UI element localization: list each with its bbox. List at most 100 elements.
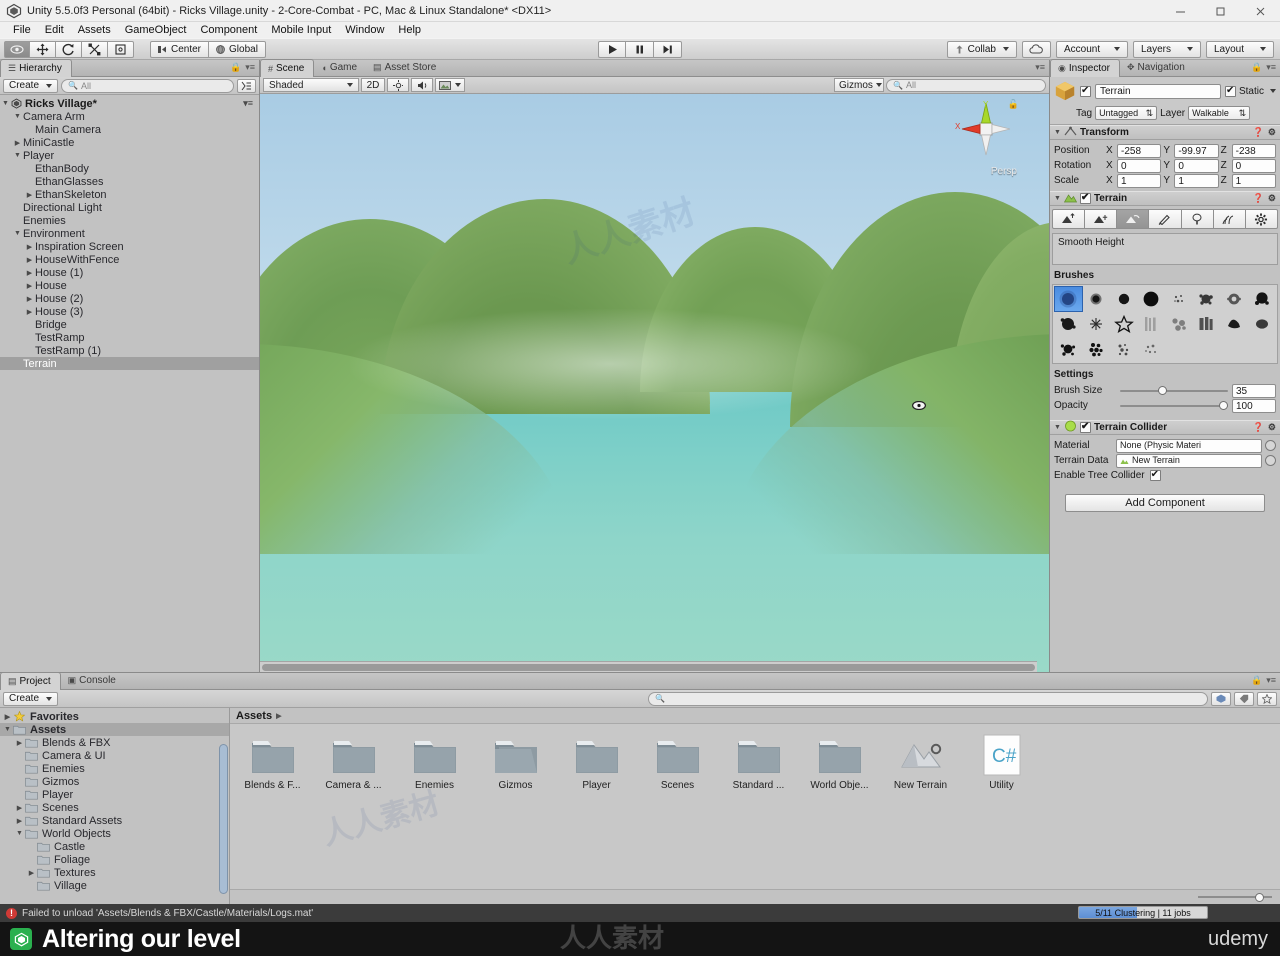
opacity-slider[interactable] bbox=[1120, 400, 1228, 412]
hierarchy-item[interactable]: ▼ Environment bbox=[0, 227, 259, 240]
hand-tool-button[interactable] bbox=[4, 40, 30, 58]
project-tree-item[interactable]: Gizmos bbox=[0, 775, 229, 788]
hierarchy-item[interactable]: ▶ EthanSkeleton bbox=[0, 188, 259, 201]
chevron-down-icon[interactable]: ▼ bbox=[12, 230, 23, 237]
chevron-right-icon[interactable]: ▶ bbox=[24, 243, 35, 251]
project-tree-item[interactable]: ▼ World Objects bbox=[0, 827, 229, 840]
help-icon[interactable]: ❓ bbox=[1253, 422, 1264, 433]
rotate-tool-button[interactable] bbox=[56, 40, 82, 58]
brush-swatch[interactable] bbox=[1193, 287, 1220, 311]
project-tree-item[interactable]: Foliage bbox=[0, 853, 229, 866]
object-enabled-checkbox[interactable] bbox=[1080, 85, 1091, 97]
terrain-collider-enabled-checkbox[interactable] bbox=[1079, 421, 1091, 433]
brush-swatch[interactable] bbox=[1110, 337, 1137, 361]
menu-help[interactable]: Help bbox=[391, 22, 428, 38]
status-bar[interactable]: ! Failed to unload 'Assets/Blends & FBX/… bbox=[0, 904, 1280, 922]
brush-swatch[interactable] bbox=[1055, 312, 1082, 336]
chevron-right-icon[interactable]: ▶ bbox=[2, 713, 13, 721]
brush-swatch[interactable] bbox=[1248, 312, 1275, 336]
project-tree-item[interactable]: ▶ Scenes bbox=[0, 801, 229, 814]
brush-swatch[interactable] bbox=[1248, 287, 1275, 311]
brush-swatch[interactable] bbox=[1054, 286, 1083, 312]
asset-item[interactable]: Scenes bbox=[647, 734, 708, 791]
brush-swatch[interactable] bbox=[1110, 287, 1137, 311]
inspector-tab-options[interactable]: 🔒 ▾≡ bbox=[1251, 62, 1276, 73]
hierarchy-item[interactable]: Directional Light bbox=[0, 201, 259, 214]
hierarchy-tab-options[interactable]: 🔒 ▾≡ bbox=[230, 62, 255, 73]
menu-assets[interactable]: Assets bbox=[71, 22, 118, 38]
hierarchy-root-menu-icon[interactable]: ▾≡ bbox=[243, 98, 253, 109]
place-trees-tool-button[interactable] bbox=[1181, 209, 1214, 229]
menu-component[interactable]: Component bbox=[193, 22, 264, 38]
project-tree-item[interactable]: Player bbox=[0, 788, 229, 801]
asset-item[interactable]: Standard ... bbox=[728, 734, 789, 791]
chevron-down-icon[interactable]: ▼ bbox=[1054, 195, 1061, 202]
cloud-button[interactable] bbox=[1022, 40, 1051, 58]
asset-item[interactable]: Blends & F... bbox=[242, 734, 303, 791]
hierarchy-item[interactable]: Main Camera bbox=[0, 123, 259, 136]
brush-size-value[interactable]: 35 bbox=[1232, 383, 1276, 398]
chevron-right-icon[interactable]: ▶ bbox=[12, 139, 23, 147]
lock-icon[interactable]: 🔒 bbox=[1251, 675, 1262, 686]
brush-swatch[interactable] bbox=[1110, 312, 1137, 336]
help-icon[interactable]: ❓ bbox=[1253, 127, 1264, 138]
hierarchy-item[interactable]: ▶ MiniCastle bbox=[0, 136, 259, 149]
material-picker-button[interactable] bbox=[1265, 440, 1276, 451]
hierarchy-item[interactable]: ▶ House bbox=[0, 279, 259, 292]
panel-menu-icon[interactable]: ▾≡ bbox=[1266, 62, 1276, 73]
hierarchy-item[interactable]: TestRamp bbox=[0, 331, 259, 344]
hierarchy-tree[interactable]: ▼ Ricks Village* ▾≡ ▼ Camera Arm Main Came… bbox=[0, 95, 259, 672]
favorites-filter-button[interactable] bbox=[1257, 691, 1277, 706]
project-tree-item[interactable]: ▶ Blends & FBX bbox=[0, 736, 229, 749]
hierarchy-sort-button[interactable] bbox=[237, 78, 256, 93]
play-button[interactable] bbox=[598, 40, 626, 58]
chevron-down-icon[interactable] bbox=[1270, 89, 1276, 93]
asset-item[interactable]: Enemies bbox=[404, 734, 465, 791]
rect-tool-button[interactable] bbox=[108, 40, 134, 58]
space-toggle-button[interactable]: Global bbox=[209, 40, 266, 58]
paint-details-tool-button[interactable] bbox=[1213, 209, 1246, 229]
static-toggle[interactable]: Static bbox=[1224, 85, 1276, 97]
collab-button[interactable]: Collab bbox=[946, 40, 1017, 58]
minimize-button[interactable] bbox=[1160, 0, 1200, 22]
menu-file[interactable]: File bbox=[6, 22, 38, 38]
hierarchy-item[interactable]: ▼ Camera Arm bbox=[0, 110, 259, 123]
tab-hierarchy[interactable]: ☰ Hierarchy bbox=[0, 59, 72, 77]
hierarchy-item[interactable]: ▶ Inspiration Screen bbox=[0, 240, 259, 253]
paint-texture-tool-button[interactable] bbox=[1149, 209, 1182, 229]
static-checkbox[interactable] bbox=[1224, 85, 1236, 97]
scene-viewport[interactable]: 🔓 Y X Persp 人人素材 bbox=[260, 94, 1049, 672]
project-tree-scrollbar[interactable] bbox=[219, 724, 228, 894]
chevron-down-icon[interactable]: ▼ bbox=[0, 100, 11, 107]
tab-navigation[interactable]: ✥ Navigation bbox=[1120, 59, 1194, 76]
tag-dropdown[interactable]: Untagged ⇅ bbox=[1095, 106, 1158, 120]
terrain-data-field[interactable]: New Terrain bbox=[1116, 453, 1262, 468]
scene-view-gizmo[interactable]: 🔓 Y X Persp bbox=[953, 99, 1019, 177]
chevron-right-icon[interactable]: ▶ bbox=[24, 295, 35, 303]
chevron-down-icon[interactable]: ▼ bbox=[1054, 424, 1061, 431]
terrain-brush-grid[interactable] bbox=[1052, 284, 1278, 364]
scene-lighting-toggle[interactable] bbox=[387, 78, 409, 92]
scene-tab-options[interactable]: ▾≡ bbox=[1035, 62, 1045, 73]
gear-icon[interactable]: ⚙ bbox=[1268, 422, 1276, 433]
chevron-right-icon[interactable]: ▶ bbox=[24, 256, 35, 264]
gizmo-lock-icon[interactable]: 🔓 bbox=[1008, 99, 1019, 110]
project-tree-item[interactable]: ▶ Standard Assets bbox=[0, 814, 229, 827]
gizmos-dropdown[interactable]: Gizmos bbox=[834, 78, 884, 92]
scene-projection-label[interactable]: Persp bbox=[991, 166, 1017, 177]
transform-position-x-field[interactable]: -258 bbox=[1117, 143, 1162, 158]
hierarchy-item[interactable]: ▶ HouseWithFence bbox=[0, 253, 259, 266]
brush-swatch[interactable] bbox=[1166, 287, 1193, 311]
shading-mode-dropdown[interactable]: Shaded bbox=[263, 78, 359, 92]
paint-height-tool-button[interactable] bbox=[1085, 209, 1118, 229]
chevron-right-icon[interactable]: ▶ bbox=[24, 282, 35, 290]
layer-dropdown[interactable]: Walkable ⇅ bbox=[1188, 106, 1251, 120]
project-tree-item[interactable]: Enemies bbox=[0, 762, 229, 775]
project-folder-tree[interactable]: ▶ Favorites ▼ Assets ▶ Blends & FBX Camera & U… bbox=[0, 708, 230, 904]
terrain-data-picker-button[interactable] bbox=[1265, 455, 1276, 466]
menu-window[interactable]: Window bbox=[338, 22, 391, 38]
hierarchy-item[interactable]: Terrain bbox=[0, 357, 259, 370]
terrain-component-header[interactable]: ▼ Terrain ❓ ⚙ bbox=[1050, 191, 1280, 206]
hierarchy-item[interactable]: ▼ Player bbox=[0, 149, 259, 162]
brush-swatch[interactable] bbox=[1083, 312, 1110, 336]
